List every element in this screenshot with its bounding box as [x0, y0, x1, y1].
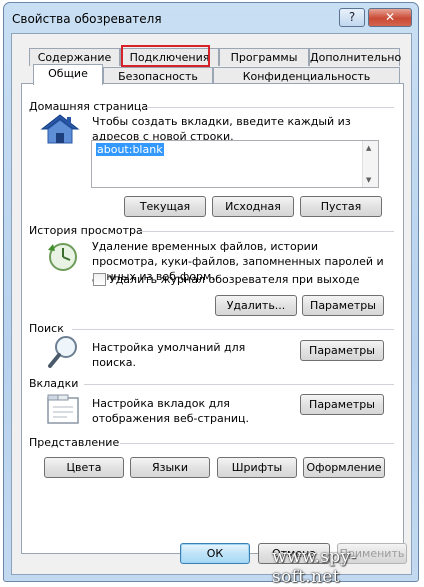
home-page-url-value: about:blank: [96, 143, 164, 156]
help-button[interactable]: ?: [339, 8, 365, 27]
delete-history-on-exit-checkbox[interactable]: [93, 273, 106, 286]
tab-programs[interactable]: Программы: [219, 48, 309, 66]
tab-advanced[interactable]: Дополнительно: [309, 48, 401, 66]
use-blank-button[interactable]: Пустая: [300, 196, 382, 217]
tabs-separator: [84, 384, 394, 385]
watermark: www.spy-soft.net: [272, 547, 357, 587]
delete-history-button[interactable]: Удалить...: [215, 295, 297, 316]
appearance-group-title: Представление: [29, 436, 120, 449]
use-current-button[interactable]: Текущая: [124, 196, 206, 217]
tabs-icon: [45, 392, 81, 426]
title-bar[interactable]: Свойства обозревателя ? ✕: [4, 3, 418, 33]
history-icon: [45, 240, 81, 274]
tabs-settings-button[interactable]: Параметры: [300, 394, 384, 415]
history-separator: [139, 231, 394, 232]
search-separator: [72, 329, 394, 330]
tab-connections[interactable]: Подключения: [120, 48, 219, 66]
tabs-description: Настройка вкладок для отображения веб-ст…: [92, 397, 250, 425]
tabs-group-title: Вкладки: [29, 377, 79, 390]
colors-button[interactable]: Цвета: [44, 457, 124, 478]
window-title: Свойства обозревателя: [12, 12, 162, 26]
dialog-client-area: Содержание Подключения Программы Дополни…: [11, 33, 412, 575]
use-default-button[interactable]: Исходная: [212, 196, 294, 217]
appearance-separator: [120, 443, 394, 444]
history-group-title: История просмотра: [29, 224, 143, 237]
scroll-up-icon[interactable]: ▲: [366, 144, 371, 152]
tab-general[interactable]: Общие: [33, 64, 103, 85]
house-icon: [40, 112, 80, 146]
search-description: Настройка умолчаний для поиска.: [92, 341, 246, 369]
home-page-url-input[interactable]: about:blank ▲ ▼: [91, 140, 379, 188]
history-settings-button[interactable]: Параметры: [302, 295, 384, 316]
scroll-down-icon[interactable]: ▼: [366, 176, 371, 184]
magnifier-icon: [46, 334, 80, 370]
dialog-window: Свойства обозревателя ? ✕ Содержание Под…: [3, 2, 419, 582]
search-settings-button[interactable]: Параметры: [300, 340, 384, 361]
accessibility-button[interactable]: Оформление: [303, 457, 385, 478]
ok-button[interactable]: ОК: [180, 543, 250, 564]
delete-history-on-exit-label[interactable]: Удалить журнал обозревателя при выходе: [109, 272, 389, 287]
languages-button[interactable]: Языки: [130, 457, 210, 478]
close-button[interactable]: ✕: [368, 8, 412, 27]
home-page-scrollbar[interactable]: ▲ ▼: [362, 141, 378, 187]
home-page-separator: [144, 107, 394, 108]
fonts-button[interactable]: Шрифты: [217, 457, 297, 478]
